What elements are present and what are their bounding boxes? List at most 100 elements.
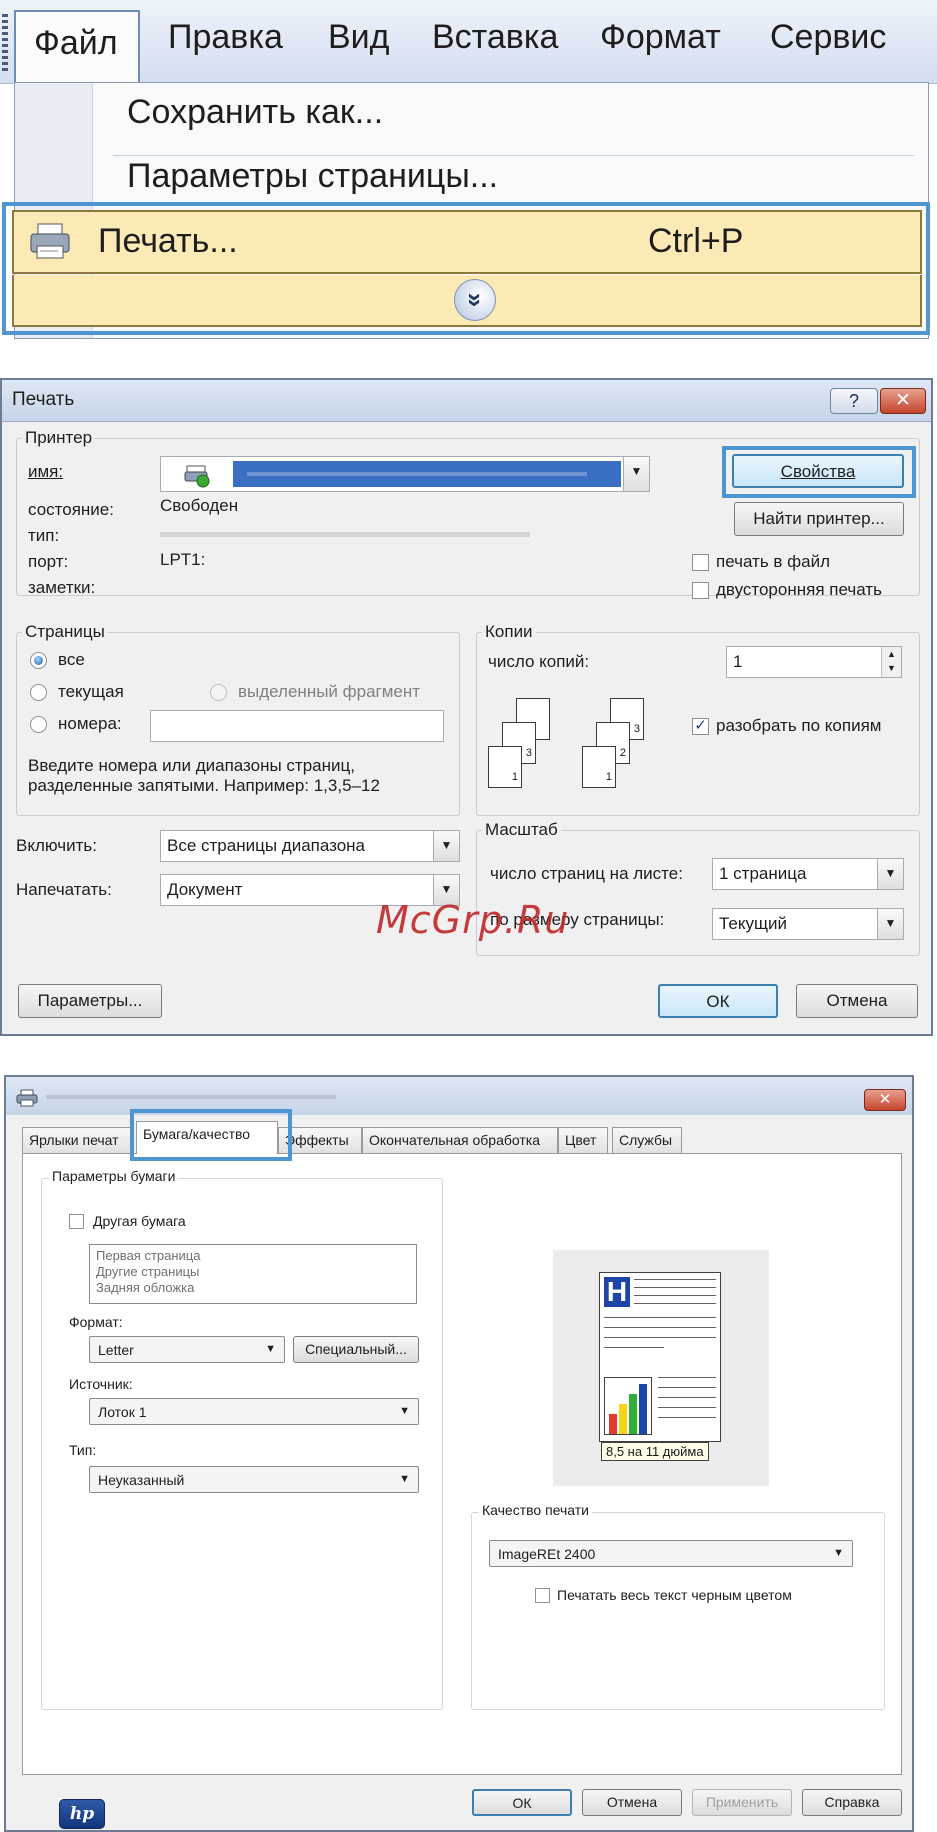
options-button[interactable]: Параметры... — [18, 984, 162, 1018]
print-quality-select[interactable]: ImageREt 2400 ▼ — [489, 1540, 853, 1567]
pages-per-sheet-arrow-icon[interactable]: ▼ — [877, 859, 903, 889]
collated-pages-icon: 3 2 1 — [582, 698, 646, 790]
preview-line — [634, 1303, 716, 1304]
print-what-value: Документ — [167, 880, 243, 899]
properties-close-button[interactable]: ✕ — [864, 1089, 906, 1111]
preview-heading-letter: H — [604, 1277, 630, 1307]
menu-separator — [113, 155, 914, 156]
pages-per-sheet-select[interactable]: 1 страница ▼ — [712, 858, 904, 890]
preview-line — [604, 1327, 716, 1328]
cancel-button[interactable]: Отмена — [796, 984, 918, 1018]
pages-numbers-radio[interactable] — [30, 716, 47, 733]
print-dialog-titlebar: Печать ? ✕ — [2, 380, 931, 422]
page-preview: H 8,5 на 11 дюйма — [553, 1250, 769, 1486]
copies-count-input[interactable]: 1 ▲ ▼ — [726, 646, 902, 678]
preview-bar — [619, 1404, 627, 1434]
print-to-file-checkbox[interactable] — [692, 554, 709, 571]
source-select[interactable]: Лоток 1 ▼ — [89, 1398, 419, 1425]
include-select[interactable]: Все страницы диапазона ▼ — [160, 830, 460, 862]
preview-line — [634, 1295, 716, 1296]
printer-dropdown-arrow-icon[interactable]: ▼ — [623, 457, 649, 491]
paper-pages-list[interactable]: Первая страница Другие страницы Задняя о… — [89, 1244, 417, 1304]
pages-numbers-input[interactable] — [150, 710, 444, 742]
redacted-dialog-title — [46, 1095, 336, 1099]
tab-services[interactable]: Службы — [612, 1127, 682, 1153]
network-printer-icon — [184, 465, 210, 488]
format-label: Формат: — [69, 1314, 123, 1330]
properties-button[interactable]: Свойства — [732, 454, 904, 488]
uncollated-pages-icon: 3 1 — [488, 698, 552, 790]
hp-logo: hp — [59, 1799, 105, 1829]
printer-name-select[interactable]: ▼ — [160, 456, 650, 492]
menu-file[interactable]: Файл — [14, 10, 140, 84]
fit-to-page-arrow-icon[interactable]: ▼ — [877, 909, 903, 939]
pages-numbers-label: номера: — [58, 714, 122, 733]
fit-to-page-select[interactable]: Текущий ▼ — [712, 908, 904, 940]
find-printer-button[interactable]: Найти принтер... — [734, 502, 904, 536]
chevron-down-icon: ▼ — [833, 1547, 844, 1559]
preview-bar — [629, 1394, 637, 1434]
properties-cancel-button[interactable]: Отмена — [582, 1789, 682, 1816]
menu-insert[interactable]: Вставка — [432, 18, 558, 57]
menu-tools[interactable]: Сервис — [770, 18, 886, 57]
tab-color[interactable]: Цвет — [558, 1127, 608, 1153]
toolbar-grip[interactable] — [2, 14, 8, 74]
paper-options-label: Параметры бумаги — [49, 1168, 179, 1184]
properties-help-button[interactable]: Справка — [802, 1789, 902, 1816]
menu-format[interactable]: Формат — [600, 18, 721, 57]
printer-status-value: Свободен — [160, 496, 239, 515]
fit-to-page-value: Текущий — [719, 914, 787, 933]
redacted-printer-type — [160, 532, 530, 537]
tab-shortcuts[interactable]: Ярлыки печат — [22, 1127, 132, 1153]
preview-line — [658, 1377, 716, 1378]
close-button[interactable]: ✕ — [880, 388, 926, 414]
tab-finishing[interactable]: Окончательная обработка — [362, 1127, 558, 1153]
menu-view[interactable]: Вид — [328, 18, 390, 57]
pages-hint-line2: разделенные запятыми. Например: 1,3,5–12 — [28, 776, 380, 795]
preview-line — [604, 1347, 664, 1348]
pages-current-radio[interactable] — [30, 684, 47, 701]
paper-quality-page: Параметры бумаги Другая бумага Первая ст… — [22, 1153, 902, 1829]
ok-button[interactable]: ОК — [658, 984, 778, 1018]
chevron-down-icon: ▼ — [265, 1343, 276, 1355]
menu-item-save-as[interactable]: Сохранить как... — [127, 93, 383, 132]
pages-all-radio[interactable] — [30, 652, 47, 669]
copies-spinner[interactable]: ▲ ▼ — [881, 647, 901, 677]
printer-port-label: порт: — [28, 552, 69, 571]
collate-label: разобрать по копиям — [716, 716, 882, 735]
printer-name-label: имя: — [28, 462, 64, 481]
menu-item-page-setup[interactable]: Параметры страницы... — [127, 157, 498, 196]
preview-bar — [609, 1414, 617, 1434]
preview-size-caption: 8,5 на 11 дюйма — [601, 1442, 709, 1461]
duplex-checkbox[interactable] — [692, 582, 709, 599]
preview-line — [634, 1279, 716, 1280]
copies-count-value: 1 — [733, 652, 743, 671]
properties-ok-button[interactable]: ОК — [472, 1789, 572, 1816]
print-what-label: Напечатать: — [16, 880, 112, 899]
black-text-label: Печатать весь текст черным цветом — [557, 1587, 792, 1603]
black-text-checkbox[interactable] — [535, 1588, 550, 1603]
pages-per-sheet-label: число страниц на листе: — [490, 864, 683, 883]
format-value: Letter — [98, 1342, 134, 1358]
menu-file-label: Файл — [34, 24, 118, 62]
print-item-highlight — [2, 202, 930, 335]
file-menu-panel: Файл Правка Вид Вставка Формат Сервис Со… — [0, 0, 937, 345]
type-label: Тип: — [69, 1442, 97, 1458]
format-select[interactable]: Letter ▼ — [89, 1336, 285, 1363]
chevron-down-icon: ▼ — [399, 1405, 410, 1417]
printer-name-selection — [233, 461, 621, 487]
custom-size-button[interactable]: Специальный... — [293, 1336, 419, 1363]
source-label: Источник: — [69, 1376, 133, 1392]
print-dialog-title: Печать — [12, 389, 75, 410]
paper-tab-highlight — [130, 1109, 292, 1161]
preview-line — [658, 1407, 716, 1408]
preview-page: H — [599, 1272, 721, 1442]
printer-properties-dialog: ✕ Ярлыки печат Бумага/качество Эффекты О… — [4, 1075, 914, 1832]
other-paper-checkbox[interactable] — [69, 1214, 84, 1229]
menu-edit[interactable]: Правка — [168, 18, 283, 57]
include-dropdown-arrow-icon[interactable]: ▼ — [433, 831, 459, 861]
list-item: Первая страница — [96, 1248, 201, 1263]
help-button[interactable]: ? — [830, 388, 878, 414]
collate-checkbox[interactable]: ✓ — [692, 718, 709, 735]
type-select[interactable]: Неуказанный ▼ — [89, 1466, 419, 1493]
